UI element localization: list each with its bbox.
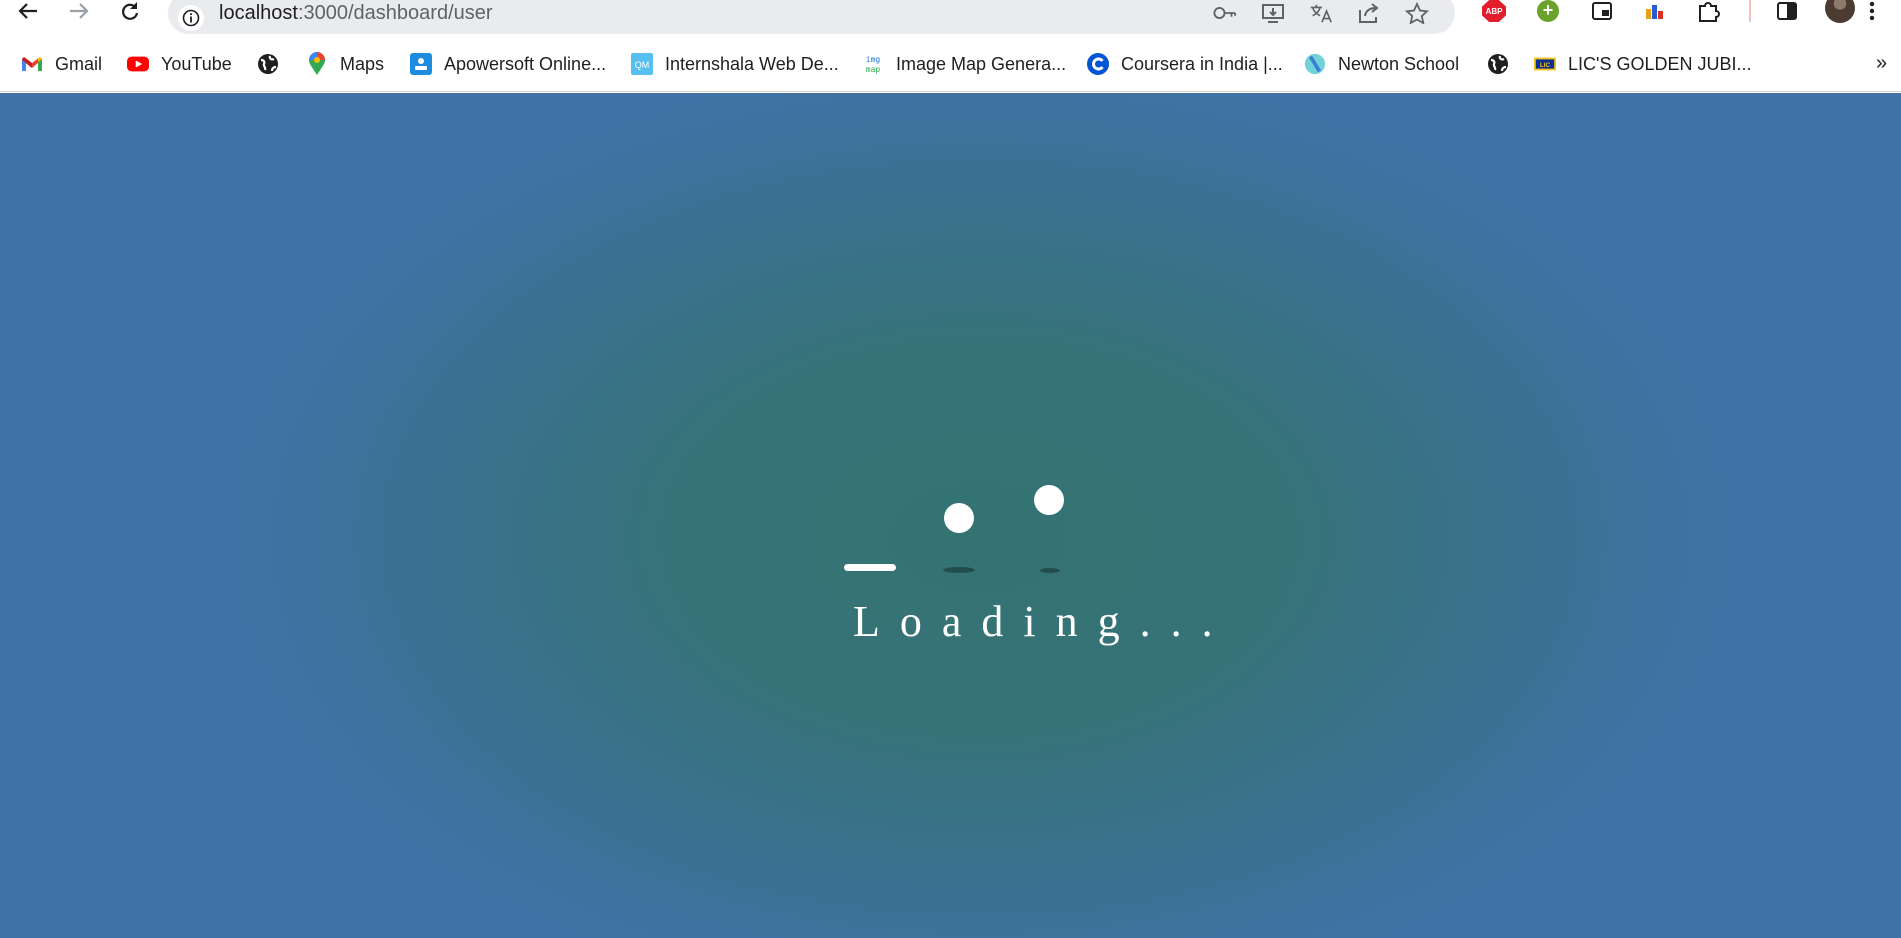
back-button[interactable] (12, 0, 44, 22)
browser-toolbar: localhost:3000/dashboard/user ABP + (0, 0, 1901, 38)
bookmark-maps[interactable]: Maps (306, 52, 384, 76)
profile-avatar[interactable] (1825, 0, 1855, 23)
install-app-icon[interactable] (1261, 2, 1285, 24)
loader-ball-shadow (1040, 568, 1060, 573)
bookmark-label: Gmail (55, 53, 103, 74)
bookmark-lic[interactable]: LIC LIC'S GOLDEN JUBI... (1534, 52, 1751, 76)
color-bars-icon (1646, 5, 1663, 19)
toolbar-divider (1749, 0, 1751, 22)
bookmark-label: YouTube (161, 53, 232, 74)
side-panel-icon (1777, 2, 1797, 20)
plus-extension-icon: + (1537, 0, 1559, 22)
loader-ball-shadow (943, 567, 975, 573)
bookmark-apowersoft[interactable]: Apowersoft Online... (410, 52, 606, 76)
svg-text:LIC: LIC (1540, 62, 1551, 69)
svg-text:map: map (866, 65, 881, 74)
extensions-menu[interactable] (1697, 0, 1721, 22)
globe-icon (257, 53, 279, 75)
bookmark-newton-school[interactable]: Newton School (1304, 52, 1459, 76)
globe-icon (1487, 53, 1509, 75)
puzzle-icon (1699, 2, 1720, 22)
picture-in-picture-extension[interactable] (1591, 0, 1613, 22)
reload-icon (122, 2, 139, 20)
loading-text: Loading... (853, 597, 1233, 646)
loader-ball-middle (944, 503, 974, 533)
back-arrow-icon (18, 3, 37, 19)
bookmark-youtube[interactable]: YouTube (127, 52, 232, 76)
adblock-plus-extension[interactable]: ABP (1482, 0, 1506, 22)
bookmark-gmail[interactable]: Gmail (21, 52, 102, 76)
key-icon[interactable] (1213, 2, 1237, 24)
reload-button[interactable] (114, 0, 146, 22)
bookmark-internshala[interactable]: QM Internshala Web De... (631, 52, 839, 76)
side-panel-button[interactable] (1776, 0, 1798, 22)
bookmark-label: Internshala Web De... (665, 53, 839, 74)
bookmark-label: Newton School (1338, 53, 1460, 74)
bookmark-label: LIC'S GOLDEN JUBI... (1568, 53, 1752, 74)
svg-text:img: img (866, 55, 881, 64)
browser-menu-button[interactable] (1868, 0, 1876, 22)
bookmark-label: Maps (340, 53, 385, 74)
bookmark-label: Coursera in India |... (1121, 53, 1283, 74)
abp-icon: ABP (1482, 0, 1506, 22)
coursera-icon (1087, 53, 1109, 75)
share-icon[interactable] (1357, 2, 1381, 24)
address-bar[interactable]: localhost:3000/dashboard/user (168, 0, 1455, 34)
bookmarks-bar: Gmail YouTube Maps Apowersoft Online... … (0, 38, 1901, 92)
lic-icon: LIC (1534, 53, 1556, 75)
imgmap-icon: img map (862, 53, 884, 75)
forward-button[interactable] (63, 0, 95, 22)
bookmark-label: Image Map Genera... (896, 53, 1067, 74)
plus-extension[interactable]: + (1537, 0, 1559, 22)
maps-icon (306, 52, 328, 75)
loader-ball-right (1034, 485, 1064, 515)
bookmark-globe-1[interactable] (257, 52, 291, 76)
star-icon[interactable] (1405, 2, 1429, 24)
url-host: localhost (219, 2, 298, 24)
loading-animation (0, 93, 1901, 938)
newton-icon (1304, 53, 1326, 75)
bookmark-imgmap[interactable]: img map Image Map Genera... (862, 52, 1066, 76)
forward-arrow-icon (70, 3, 89, 19)
bookmark-coursera[interactable]: Coursera in India |... (1087, 52, 1283, 76)
url-text[interactable]: localhost:3000/dashboard/user (219, 2, 493, 25)
more-vertical-icon (1869, 1, 1875, 21)
page-content: Loading... (0, 93, 1901, 938)
site-info-icon[interactable] (178, 5, 204, 31)
loader-ball-squashed (844, 564, 896, 571)
bookmarks-overflow-button[interactable]: » (1876, 52, 1887, 75)
youtube-icon (127, 53, 149, 75)
bookmark-label: Apowersoft Online... (444, 53, 607, 74)
gmail-icon (21, 53, 43, 75)
url-path: :3000/dashboard/user (297, 2, 493, 24)
picture-in-picture-icon (1592, 2, 1612, 20)
svg-text:QM: QM (635, 60, 650, 70)
color-extension[interactable] (1644, 0, 1666, 22)
apowersoft-icon (410, 53, 432, 75)
translate-icon[interactable] (1309, 2, 1333, 24)
internshala-icon: QM (631, 53, 653, 75)
bookmark-globe-2[interactable] (1487, 52, 1521, 76)
